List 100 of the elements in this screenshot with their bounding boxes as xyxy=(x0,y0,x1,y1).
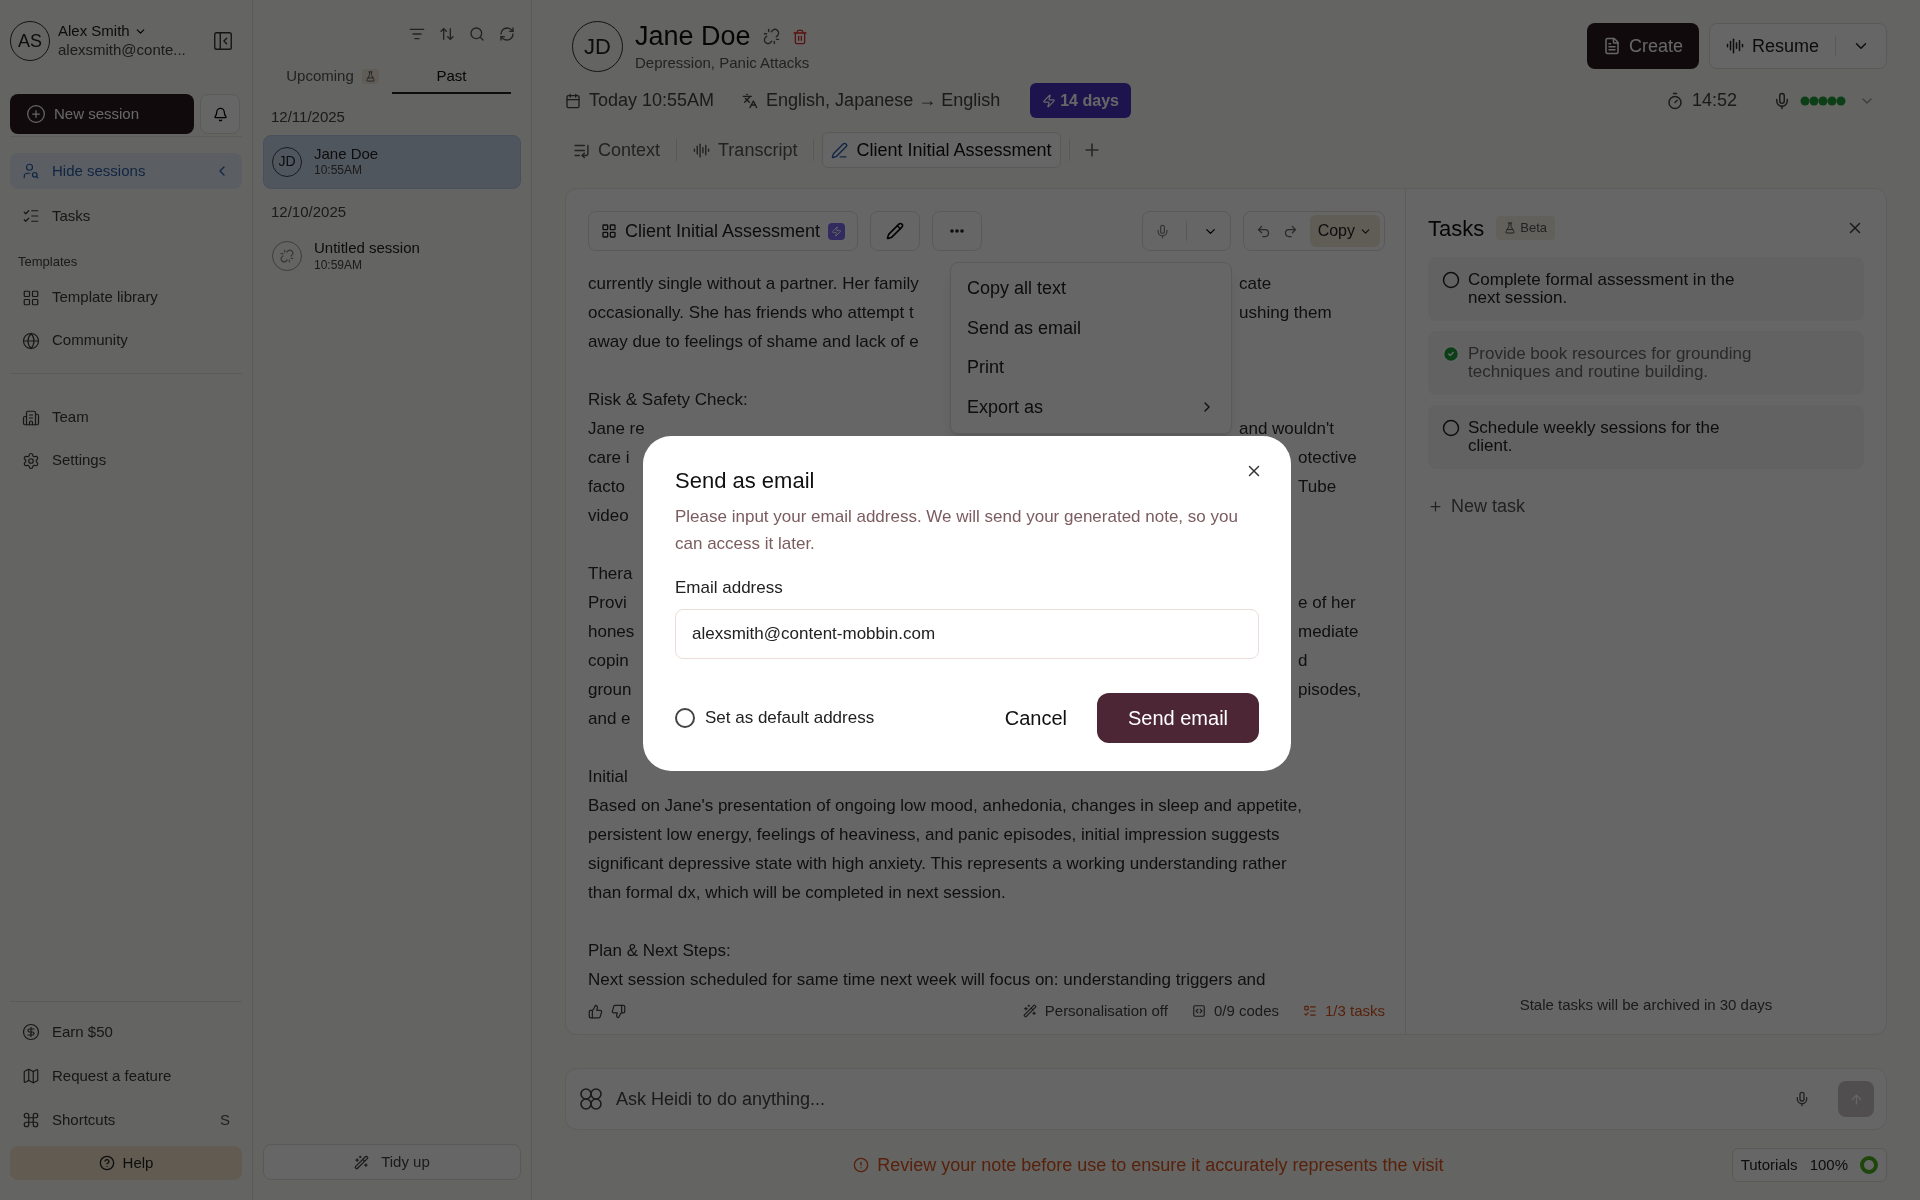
notifications-button[interactable] xyxy=(200,94,240,134)
document-icon xyxy=(1602,37,1621,55)
note-text: care i xyxy=(588,448,630,467)
date-heading: 12/11/2025 xyxy=(270,107,346,127)
building-icon xyxy=(22,408,40,427)
session-item[interactable]: Untitled session 10:59AM xyxy=(263,229,521,283)
sidebar-item[interactable]: Earn $50 xyxy=(10,1014,242,1050)
session-tab[interactable]: Past xyxy=(392,60,511,94)
tidy-up-button[interactable]: Tidy up xyxy=(263,1144,521,1180)
check-circle-icon[interactable] xyxy=(1442,345,1460,363)
ask-field[interactable]: Ask Heidi to do anything... xyxy=(565,1068,1887,1130)
note-text: video xyxy=(588,506,629,525)
sidebar-item[interactable]: Shortcuts S xyxy=(10,1102,242,1138)
sidebar-item[interactable]: Template library xyxy=(10,279,242,316)
refresh-icon[interactable] xyxy=(499,26,515,42)
filter-icon[interactable] xyxy=(409,26,425,42)
tasks-count[interactable]: 1/3 tasks xyxy=(1324,999,1385,1023)
mic-level-drawing xyxy=(1799,94,1847,107)
task-text: Provide book resources for grounding techniques and routine building. xyxy=(1468,345,1753,381)
audio-lines-icon xyxy=(1725,37,1744,55)
personalisation-status[interactable]: Personalisation off xyxy=(1044,999,1168,1023)
template-button[interactable]: Client Initial Assessment xyxy=(588,211,859,251)
undo-icon[interactable] xyxy=(1255,223,1271,239)
sidebar-item[interactable]: Team xyxy=(10,399,242,436)
client-name: Jane Doe xyxy=(635,19,751,53)
note-text: mediate xyxy=(1298,621,1359,643)
search-icon[interactable] xyxy=(469,26,485,42)
note-tab[interactable]: Transcript xyxy=(685,132,806,168)
sidebar-item[interactable]: Community xyxy=(10,322,242,359)
new-task-button[interactable]: New task xyxy=(1428,493,1864,520)
menu-item[interactable]: Send as email xyxy=(951,308,1231,348)
cancel-button[interactable]: Cancel xyxy=(988,692,1083,743)
thumbs-down-icon[interactable] xyxy=(611,1003,626,1019)
bolt-badge xyxy=(828,222,846,240)
user-name: Alex Smith xyxy=(58,22,130,41)
default-address-checkbox[interactable] xyxy=(675,707,695,728)
create-button[interactable]: Create xyxy=(1586,23,1699,69)
alert-icon xyxy=(853,1157,870,1173)
timer-icon xyxy=(1665,91,1684,110)
note-tab[interactable]: Client Initial Assessment xyxy=(822,132,1061,168)
checkbox-label: Set as default address xyxy=(705,706,875,729)
ask-input[interactable]: Ask Heidi to do anything... xyxy=(616,1085,1782,1113)
translate-icon xyxy=(742,92,759,109)
empty-circle-icon[interactable] xyxy=(1442,271,1460,289)
edit-button[interactable] xyxy=(870,211,921,251)
note-text: e of her xyxy=(1298,592,1356,614)
pencil-icon xyxy=(886,222,905,240)
note-text: significant depressive state with high anxiety. This represents a working understanding rather xyxy=(588,854,1287,873)
trash-icon[interactable] xyxy=(791,28,808,45)
menu-item[interactable]: Copy all text xyxy=(951,269,1231,309)
redo-icon[interactable] xyxy=(1282,223,1298,239)
task-card[interactable]: Complete formal assessment in the next session. xyxy=(1428,257,1864,321)
note-text: groun xyxy=(588,680,632,699)
help-button[interactable]: Help xyxy=(10,1146,242,1180)
sidebar-item[interactable]: Request a feature xyxy=(10,1058,242,1094)
note-tab[interactable]: Context xyxy=(565,132,669,168)
note-text: copin xyxy=(588,651,629,670)
menu-item[interactable]: Print xyxy=(951,348,1231,388)
thumbs-up-icon[interactable] xyxy=(588,1003,603,1019)
email-field[interactable]: alexsmith@content-mobbin.com xyxy=(675,608,1259,659)
client-conditions: Depression, Panic Attacks xyxy=(635,53,810,73)
note-text: pisodes, xyxy=(1298,679,1362,701)
session-item[interactable]: JD Jane Doe 10:55AM xyxy=(263,134,521,189)
calendar-icon xyxy=(565,92,581,109)
resume-button[interactable]: Resume xyxy=(1708,23,1887,69)
sidebar-item[interactable]: Tasks xyxy=(10,198,242,234)
empty-circle-icon[interactable] xyxy=(1442,419,1460,437)
session-tab[interactable]: Upcoming xyxy=(273,60,392,94)
new-session-button[interactable]: New session xyxy=(10,94,194,134)
send-email-button[interactable]: Send email xyxy=(1097,692,1259,743)
mic-icon[interactable] xyxy=(1773,91,1791,110)
note-text: currently single without a partner. Her family xyxy=(588,274,919,293)
settings-icon xyxy=(22,451,40,470)
session-date: Today 10:55AM xyxy=(589,89,715,112)
note-text: Plan & Next Steps: xyxy=(588,941,731,960)
review-warning: Review your note before use to ensure it accurately represents the visit xyxy=(877,1153,1444,1177)
languages: English, Japanese → English xyxy=(766,89,1001,112)
note-text: hones xyxy=(588,622,635,641)
copy-button[interactable]: Copy xyxy=(1309,215,1380,247)
mic-icon[interactable] xyxy=(1154,223,1170,239)
menu-item[interactable]: Export as xyxy=(951,387,1231,427)
tutorials-button[interactable]: Tutorials 100% xyxy=(1731,1148,1887,1182)
unlink-icon[interactable] xyxy=(762,28,780,46)
dollar-icon xyxy=(22,1023,40,1041)
task-card[interactable]: Provide book resources for grounding techniques and routine building. xyxy=(1428,331,1864,395)
task-card[interactable]: Schedule weekly sessions for the client. xyxy=(1428,405,1864,469)
codes-count[interactable]: 0/9 codes xyxy=(1213,999,1279,1023)
task-text: Complete formal assessment in the next session. xyxy=(1468,271,1736,307)
note-text: facto xyxy=(588,477,625,496)
sidebar-toggle-icon[interactable] xyxy=(212,30,234,52)
field-label: Email address xyxy=(675,577,784,599)
sidebar-item[interactable]: Hide sessions xyxy=(10,153,242,189)
sidebar-item[interactable]: Settings xyxy=(10,442,242,479)
blocks-icon xyxy=(22,288,40,307)
note-text: otective xyxy=(1298,447,1357,469)
beta-badge: Beta xyxy=(1496,216,1555,240)
user-email: alexsmith@conte... xyxy=(58,41,187,60)
sort-icon[interactable] xyxy=(439,26,455,42)
mic-icon[interactable] xyxy=(1794,1091,1810,1107)
plus-icon xyxy=(1428,499,1443,514)
